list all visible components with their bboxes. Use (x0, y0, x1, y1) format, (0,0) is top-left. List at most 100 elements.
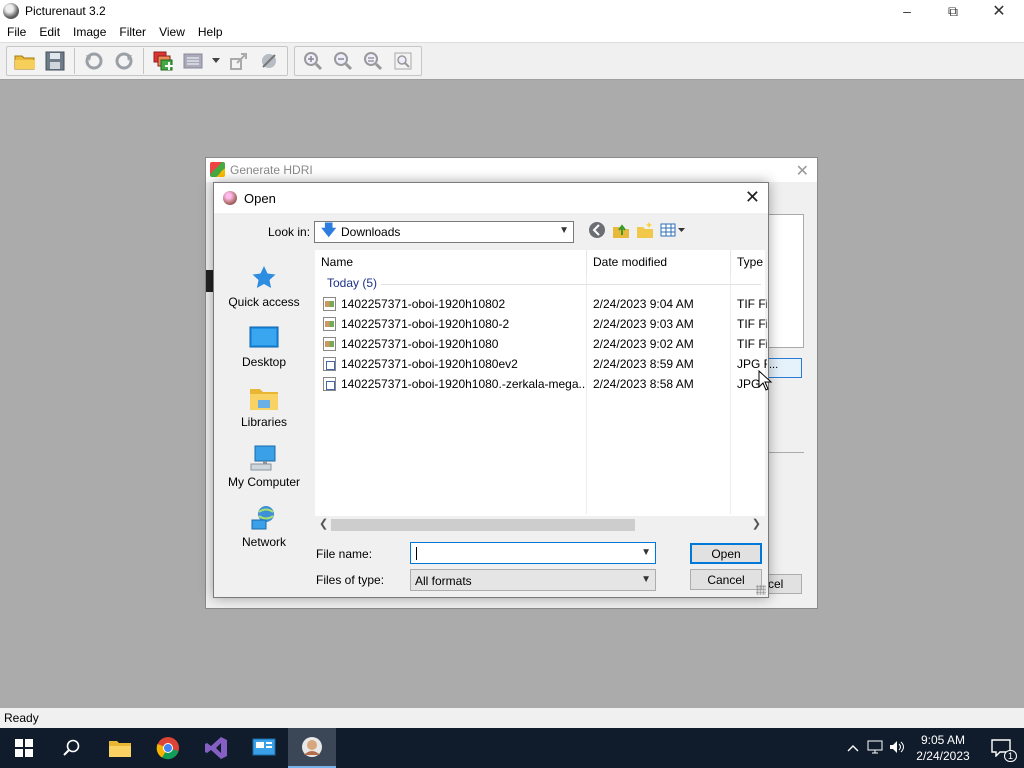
resize-grip[interactable] (756, 585, 766, 595)
group-header-today[interactable]: Today (5) (327, 276, 377, 290)
file-list[interactable]: Name Date modified Type Today (5) 140225… (314, 249, 767, 535)
chrome-icon[interactable] (144, 728, 192, 768)
restore-button[interactable]: ⧉ (930, 0, 976, 22)
chevron-up-icon[interactable] (842, 741, 864, 755)
adjust-icon[interactable] (180, 49, 206, 73)
column-header-name[interactable]: Name (315, 250, 587, 274)
clock[interactable]: 9:05 AM 2/24/2023 (908, 732, 978, 764)
scroll-left-arrow-icon[interactable]: ❮ (319, 517, 328, 530)
menu-image[interactable]: Image (66, 25, 112, 39)
look-in-dropdown[interactable]: 🡇 Downloads ▼ (314, 221, 574, 243)
zoom-fit-icon[interactable] (360, 49, 386, 73)
generate-hdri-icon[interactable] (150, 49, 176, 73)
hdri-cancel-button[interactable]: cel (766, 574, 802, 594)
open-folder-icon[interactable] (12, 49, 38, 73)
file-name-label: File name: (316, 547, 373, 561)
places-bar: Quick access Desktop Libraries My Comput… (222, 251, 306, 551)
place-label: Quick access (228, 295, 300, 309)
column-header-type[interactable]: Type (731, 250, 767, 274)
file-row[interactable]: 1402257371-oboi-1920h10802 2/24/2023 9:0… (315, 294, 767, 314)
network-icon (248, 503, 280, 533)
star-icon (248, 263, 280, 293)
hdri-divider (766, 452, 804, 453)
menu-file[interactable]: File (0, 25, 32, 39)
windows-start-icon[interactable] (0, 728, 48, 768)
file-row[interactable]: 1402257371-oboi-1920h1080 2/24/2023 9:02… (315, 334, 767, 354)
place-label: Desktop (241, 355, 287, 369)
file-row[interactable]: 1402257371-oboi-1920h1080ev2 2/24/2023 8… (315, 354, 767, 374)
open-button[interactable]: Open (690, 543, 762, 564)
place-desktop[interactable]: Desktop (222, 319, 306, 375)
place-label: Network (241, 535, 286, 549)
toolbar-group-file (6, 46, 288, 76)
toolbar-group-zoom (294, 46, 422, 76)
files-of-type-label: Files of type: (316, 573, 385, 587)
chevron-down-icon[interactable] (210, 49, 222, 73)
open-dialog-close-button[interactable]: ✕ (745, 187, 760, 208)
redo-icon[interactable] (111, 49, 137, 73)
navigation-toolbar (588, 221, 686, 239)
save-icon[interactable] (42, 49, 68, 73)
place-libraries[interactable]: Libraries (222, 379, 306, 435)
file-name-input[interactable]: ▼ (410, 542, 656, 564)
file-explorer-icon[interactable] (96, 728, 144, 768)
menu-view[interactable]: View (152, 25, 191, 39)
scroll-right-arrow-icon[interactable]: ❯ (752, 517, 761, 530)
file-list-header: Name Date modified Type (315, 250, 767, 274)
cancel-button[interactable]: Cancel (690, 569, 762, 590)
chevron-down-icon: ▼ (559, 225, 569, 236)
open-dialog-title: Open (214, 183, 768, 213)
jpg-file-icon (323, 377, 336, 391)
file-row[interactable]: 1402257371-oboi-1920h1080-2 2/24/2023 9:… (315, 314, 767, 334)
zoom-out-icon[interactable] (330, 49, 356, 73)
computer-icon (248, 443, 280, 473)
hdri-close-button[interactable]: ✕ (796, 161, 809, 181)
jpg-file-icon (323, 357, 336, 371)
up-folder-icon[interactable] (612, 221, 630, 239)
close-button[interactable]: ✕ (976, 0, 1022, 22)
horizontal-scrollbar[interactable]: ❮ ❯ (315, 516, 767, 534)
resize-icon[interactable] (226, 49, 252, 73)
place-my-computer[interactable]: My Computer (222, 439, 306, 495)
volume-icon[interactable] (886, 740, 908, 757)
new-folder-icon[interactable] (636, 221, 654, 239)
network-status-icon[interactable] (864, 740, 886, 757)
tonemap-icon[interactable] (256, 49, 282, 73)
taskbar: 9:05 AM 2/24/2023 1 (0, 728, 1024, 768)
files-of-type-value: All formats (415, 574, 472, 588)
file-date: 2/24/2023 9:02 AM (593, 337, 694, 351)
back-icon[interactable] (588, 221, 606, 239)
undo-icon[interactable] (81, 49, 107, 73)
chevron-down-icon[interactable]: ▼ (641, 547, 651, 558)
place-quick-access[interactable]: Quick access (222, 259, 306, 315)
notification-badge: 1 (1004, 750, 1018, 762)
search-icon[interactable] (48, 728, 96, 768)
clock-time: 9:05 AM (920, 733, 966, 747)
scrollbar-thumb[interactable] (331, 519, 635, 531)
menu-help[interactable]: Help (191, 25, 229, 39)
file-row[interactable]: 1402257371-oboi-1920h1080.-zerkala-mega.… (315, 374, 767, 394)
place-label: My Computer (227, 475, 301, 489)
place-label: Libraries (240, 415, 288, 429)
file-type: TIF Fi (737, 337, 767, 351)
menu-edit[interactable]: Edit (32, 25, 66, 39)
system-tray: 9:05 AM 2/24/2023 1 (842, 728, 1024, 768)
column-header-date-modified[interactable]: Date modified (587, 250, 731, 274)
visual-studio-icon[interactable] (192, 728, 240, 768)
zoom-actual-icon[interactable] (390, 49, 416, 73)
zoom-in-icon[interactable] (300, 49, 326, 73)
app-titlebar: Picturenaut 3.2 – ⧉ ✕ (0, 0, 1024, 22)
place-network[interactable]: Network (222, 499, 306, 555)
picturenaut-taskbar-icon[interactable] (288, 728, 336, 768)
minimize-button[interactable]: – (884, 0, 930, 22)
view-menu-icon[interactable] (660, 221, 686, 239)
files-of-type-select[interactable]: All formats ▼ (410, 569, 656, 591)
notification-center-icon[interactable]: 1 (978, 728, 1024, 768)
hdri-image-list[interactable] (766, 214, 804, 348)
menu-bar: File Edit Image Filter View Help (0, 22, 1024, 42)
libraries-icon (248, 383, 280, 413)
file-type: TIF Fi (737, 317, 767, 331)
text-caret (416, 547, 417, 560)
control-panel-icon[interactable] (240, 728, 288, 768)
menu-filter[interactable]: Filter (112, 25, 152, 39)
